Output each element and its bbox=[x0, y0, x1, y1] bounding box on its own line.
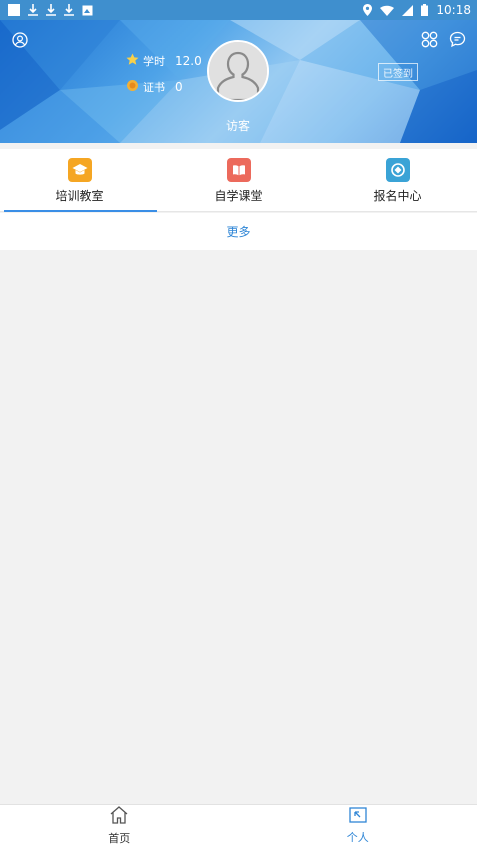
profile-header: 学时 12.0 证书 0 访客 已签到 bbox=[0, 20, 477, 143]
grid-icon[interactable] bbox=[419, 29, 439, 49]
bottom-nav: 首页 个人 bbox=[0, 804, 477, 846]
download-icon bbox=[46, 4, 56, 16]
status-bar: 10:18 bbox=[0, 0, 477, 20]
tab-self-study[interactable]: 自学课堂 bbox=[159, 149, 318, 211]
open-book-icon bbox=[226, 158, 251, 182]
download-icon bbox=[64, 4, 74, 16]
username: 访客 bbox=[225, 119, 250, 133]
wifi-icon bbox=[380, 5, 395, 16]
personal-icon bbox=[349, 806, 367, 827]
home-icon bbox=[109, 805, 129, 828]
register-center-icon bbox=[385, 158, 410, 182]
tab-label: 自学课堂 bbox=[214, 189, 263, 203]
image-notification-icon bbox=[82, 5, 93, 16]
signal-icon bbox=[402, 4, 414, 16]
nav-label: 个人 bbox=[346, 830, 369, 844]
avatar[interactable] bbox=[207, 40, 269, 102]
certificates-label: 证书 bbox=[143, 81, 165, 94]
certificates-row: 证书 0 bbox=[126, 79, 202, 95]
tab-training-classroom[interactable]: 培训教室 bbox=[0, 149, 159, 212]
signin-badge[interactable]: 已签到 bbox=[378, 63, 418, 81]
more-link[interactable]: 更多 bbox=[226, 223, 250, 240]
message-icon[interactable] bbox=[447, 29, 467, 49]
clock: 10:18 bbox=[436, 3, 471, 17]
system-status: 10:18 bbox=[363, 3, 471, 17]
battery-icon bbox=[421, 4, 429, 16]
category-tabs: 培训教室 自学课堂 报名中心 bbox=[0, 149, 477, 212]
notification-square-icon bbox=[8, 4, 20, 16]
more-row: 更多 bbox=[0, 213, 477, 250]
tab-label: 报名中心 bbox=[373, 189, 422, 203]
app-root: 10:18 学时 12.0 证书 0 访客 已签到 培训教室 自学课堂 报名中心… bbox=[0, 0, 477, 846]
study-stats: 学时 12.0 证书 0 bbox=[126, 53, 202, 95]
nav-home[interactable]: 首页 bbox=[0, 805, 239, 846]
location-icon bbox=[363, 4, 373, 16]
user-circle-icon[interactable] bbox=[10, 30, 30, 50]
tab-registration-center[interactable]: 报名中心 bbox=[318, 149, 477, 211]
default-avatar-icon bbox=[209, 42, 267, 100]
certificates-value: 0 bbox=[175, 80, 183, 94]
star-icon bbox=[126, 53, 139, 69]
study-hours-row: 学时 12.0 bbox=[126, 53, 202, 69]
medal-icon bbox=[126, 79, 139, 95]
graduation-cap-icon bbox=[67, 158, 92, 182]
study-hours-value: 12.0 bbox=[175, 54, 202, 68]
notification-icons bbox=[8, 4, 93, 16]
nav-personal[interactable]: 个人 bbox=[239, 805, 477, 846]
study-hours-label: 学时 bbox=[143, 55, 165, 68]
tab-label: 培训教室 bbox=[55, 189, 104, 203]
download-icon bbox=[28, 4, 38, 16]
nav-label: 首页 bbox=[108, 831, 131, 845]
